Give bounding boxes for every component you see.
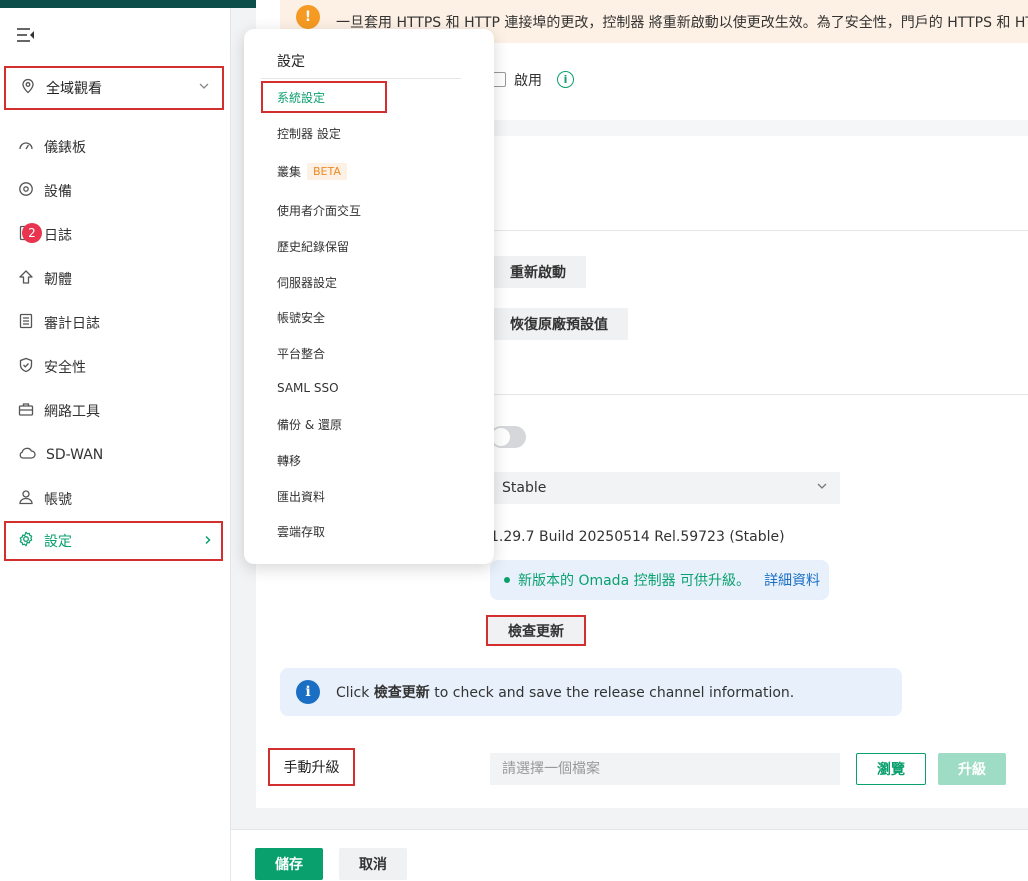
nav-logs[interactable]: 日誌 2 bbox=[0, 215, 231, 255]
location-pin-icon bbox=[20, 78, 36, 98]
menu-item-history-retention[interactable]: 歷史紀錄保留 bbox=[277, 238, 349, 255]
info-icon[interactable]: i bbox=[557, 71, 574, 88]
audit-log-icon bbox=[18, 313, 34, 333]
nav-audit-log[interactable]: 審計日誌 bbox=[0, 303, 231, 343]
info-message-box: i Click 檢查更新 to check and save the relea… bbox=[280, 668, 902, 716]
menu-item-label: 叢集 bbox=[277, 165, 302, 179]
beta-badge: BETA bbox=[307, 163, 347, 180]
toggle-knob bbox=[492, 428, 510, 446]
menu-item-ui-interaction[interactable]: 使用者介面交互 bbox=[277, 202, 361, 219]
check-update-button[interactable]: 檢查更新 bbox=[486, 615, 586, 646]
warning-icon: ! bbox=[296, 4, 320, 29]
menu-collapse-icon[interactable] bbox=[16, 26, 36, 44]
menu-item-server-settings[interactable]: 伺服器設定 bbox=[277, 274, 337, 291]
menu-item-saml-sso[interactable]: SAML SSO bbox=[277, 381, 339, 395]
restart-button[interactable]: 重新啟動 bbox=[490, 256, 586, 288]
nav-dashboard[interactable]: 儀錶板 bbox=[0, 127, 231, 167]
upload-icon bbox=[18, 269, 34, 289]
dropdown-title: 設定 bbox=[277, 54, 305, 70]
nav-firmware[interactable]: 韌體 bbox=[0, 259, 231, 299]
nav-label: 審計日誌 bbox=[44, 316, 100, 332]
menu-item-migration[interactable]: 轉移 bbox=[277, 452, 301, 469]
nav-label: 帳號 bbox=[44, 492, 72, 508]
gear-icon bbox=[18, 531, 34, 551]
nav-sd-wan[interactable]: SD-WAN bbox=[0, 435, 231, 475]
release-channel-select[interactable]: Stable bbox=[490, 472, 840, 504]
device-icon bbox=[18, 181, 34, 201]
info-text: Click 檢查更新 to check and save the release… bbox=[336, 682, 794, 702]
nav-label: 韌體 bbox=[44, 272, 72, 288]
info-text-prefix: Click bbox=[336, 685, 374, 701]
status-dot bbox=[504, 577, 510, 583]
nav-label: 日誌 bbox=[44, 228, 72, 244]
save-button[interactable]: 儲存 bbox=[255, 848, 323, 880]
chevron-right-icon bbox=[203, 533, 213, 549]
details-link[interactable]: 詳細資料 bbox=[764, 570, 820, 590]
nav-devices[interactable]: 設備 bbox=[0, 171, 231, 211]
site-selector[interactable]: 全域觀看 bbox=[4, 66, 224, 110]
release-channel-value: Stable bbox=[502, 480, 547, 496]
firmware-file-input[interactable] bbox=[490, 753, 840, 785]
manual-upgrade-label: 手動升級 bbox=[268, 748, 355, 786]
current-version: 1.29.7 Build 20250514 Rel.59723 (Stable) bbox=[490, 529, 785, 545]
enable-label: 啟用 bbox=[514, 73, 542, 89]
nav-label: 設備 bbox=[44, 184, 72, 200]
factory-reset-button[interactable]: 恢復原廠預設值 bbox=[490, 308, 628, 340]
nav-label: 安全性 bbox=[44, 360, 86, 376]
chevron-down-icon bbox=[816, 480, 828, 496]
dropdown-divider bbox=[261, 78, 461, 79]
toolbox-icon bbox=[18, 401, 34, 421]
browse-button[interactable]: 瀏覽 bbox=[856, 753, 926, 785]
nav-label: 設定 bbox=[44, 534, 72, 550]
shield-icon bbox=[18, 357, 34, 377]
menu-item-controller-settings[interactable]: 控制器 設定 bbox=[277, 125, 341, 142]
nav-network-tools[interactable]: 網路工具 bbox=[0, 391, 231, 431]
menu-item-system-settings[interactable]: 系統設定 bbox=[261, 81, 387, 113]
info-icon: i bbox=[296, 680, 320, 704]
upgrade-button[interactable]: 升級 bbox=[938, 753, 1006, 785]
auto-upgrade-toggle[interactable] bbox=[490, 426, 526, 448]
nav-label: 儀錶板 bbox=[44, 140, 86, 156]
nav-label: SD-WAN bbox=[46, 447, 104, 463]
update-available-notice: 新版本的 Omada 控制器 可供升級。 詳細資料 bbox=[490, 560, 829, 600]
update-message: 新版本的 Omada 控制器 可供升級。 bbox=[518, 573, 751, 589]
user-icon bbox=[18, 489, 34, 509]
menu-item-cluster[interactable]: 叢集 BETA bbox=[277, 163, 347, 180]
nav-account[interactable]: 帳號 bbox=[0, 479, 231, 519]
settings-dropdown-menu: 設定 系統設定 控制器 設定 叢集 BETA 使用者介面交互 歷史紀錄保留 伺服… bbox=[244, 29, 494, 564]
notification-badge: 2 bbox=[22, 223, 42, 243]
info-text-bold: 檢查更新 bbox=[373, 685, 430, 701]
cloud-icon bbox=[18, 445, 36, 465]
site-name: 全域觀看 bbox=[46, 81, 102, 97]
cancel-button[interactable]: 取消 bbox=[339, 848, 407, 880]
menu-item-cloud-access[interactable]: 雲端存取 bbox=[277, 523, 325, 540]
menu-item-export-data[interactable]: 匯出資料 bbox=[277, 488, 325, 505]
nav-security[interactable]: 安全性 bbox=[0, 347, 231, 387]
menu-item-platform-integration[interactable]: 平台整合 bbox=[277, 345, 325, 362]
info-text-suffix: to check and save the release channel in… bbox=[429, 685, 795, 701]
menu-item-backup-restore[interactable]: 備份 & 還原 bbox=[277, 416, 342, 433]
chevron-down-icon bbox=[198, 80, 210, 96]
menu-item-account-security[interactable]: 帳號安全 bbox=[277, 309, 325, 326]
nav-label: 網路工具 bbox=[44, 404, 100, 420]
dashboard-icon bbox=[18, 137, 34, 157]
nav-settings[interactable]: 設定 bbox=[4, 521, 223, 561]
